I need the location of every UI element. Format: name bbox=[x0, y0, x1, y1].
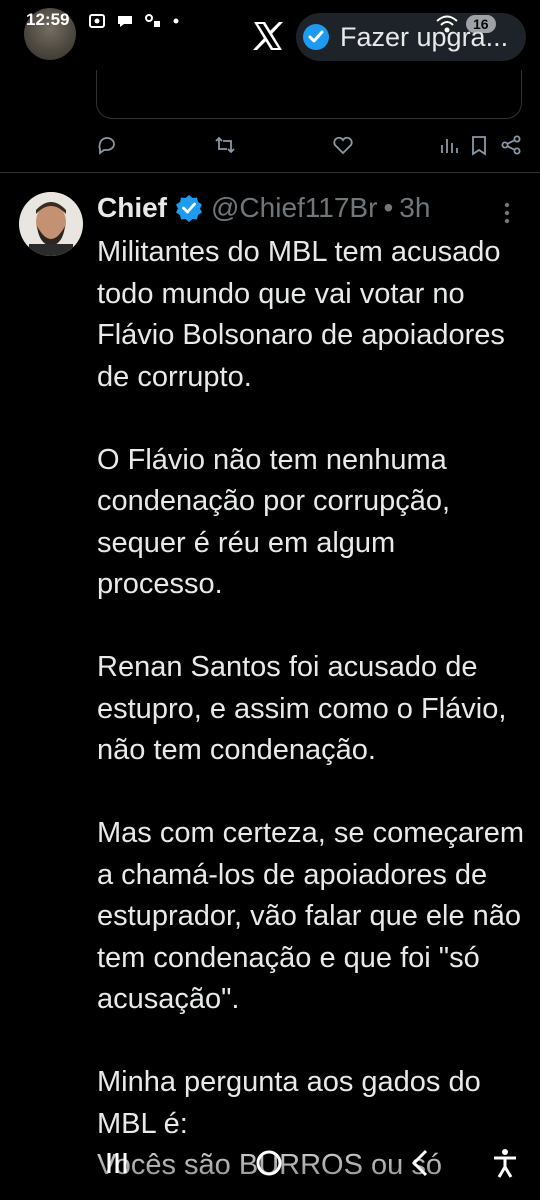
share-icon[interactable] bbox=[500, 134, 522, 156]
screenshot-icon bbox=[89, 14, 105, 28]
avatar-photo bbox=[19, 192, 83, 256]
previous-tweet-actions bbox=[96, 134, 526, 160]
previous-tweet-card[interactable] bbox=[96, 70, 522, 119]
tweet-text: Militantes do MBL tem acusado todo mundo… bbox=[97, 236, 525, 1181]
verified-badge-icon bbox=[303, 24, 329, 50]
separator-dot: • bbox=[383, 192, 394, 223]
recent-apps-icon[interactable] bbox=[100, 1146, 134, 1180]
author-handle[interactable]: @Chief117Br bbox=[211, 192, 377, 224]
accessibility-icon[interactable] bbox=[488, 1146, 522, 1180]
status-time: 12:59 bbox=[26, 10, 70, 29]
system-status-right: 16 bbox=[436, 14, 496, 34]
heart-icon[interactable] bbox=[332, 134, 354, 156]
dot-icon bbox=[173, 18, 179, 24]
chat-icon bbox=[118, 16, 132, 27]
views-icon[interactable] bbox=[438, 134, 460, 156]
reply-icon[interactable] bbox=[96, 134, 118, 156]
verified-badge-icon bbox=[176, 195, 202, 222]
x-logo-icon[interactable] bbox=[250, 18, 286, 54]
bookmark-icon[interactable] bbox=[468, 134, 490, 156]
status-notification-icons bbox=[88, 13, 180, 29]
tweet-divider bbox=[0, 172, 540, 173]
sync-icon bbox=[145, 14, 160, 27]
tweet-time[interactable]: 3h bbox=[399, 192, 430, 224]
author-name[interactable]: Chief bbox=[97, 192, 167, 224]
battery-indicator: 16 bbox=[466, 15, 496, 33]
home-circle-icon[interactable] bbox=[252, 1146, 286, 1180]
wifi-icon bbox=[436, 15, 458, 33]
retweet-icon[interactable] bbox=[214, 134, 236, 156]
tweet-header: Chief @Chief117Br • 3h bbox=[97, 192, 430, 224]
back-chevron-icon[interactable] bbox=[404, 1146, 438, 1180]
more-vertical-icon[interactable] bbox=[500, 200, 514, 226]
author-avatar[interactable] bbox=[19, 192, 83, 256]
system-navigation-bar bbox=[0, 1136, 540, 1200]
